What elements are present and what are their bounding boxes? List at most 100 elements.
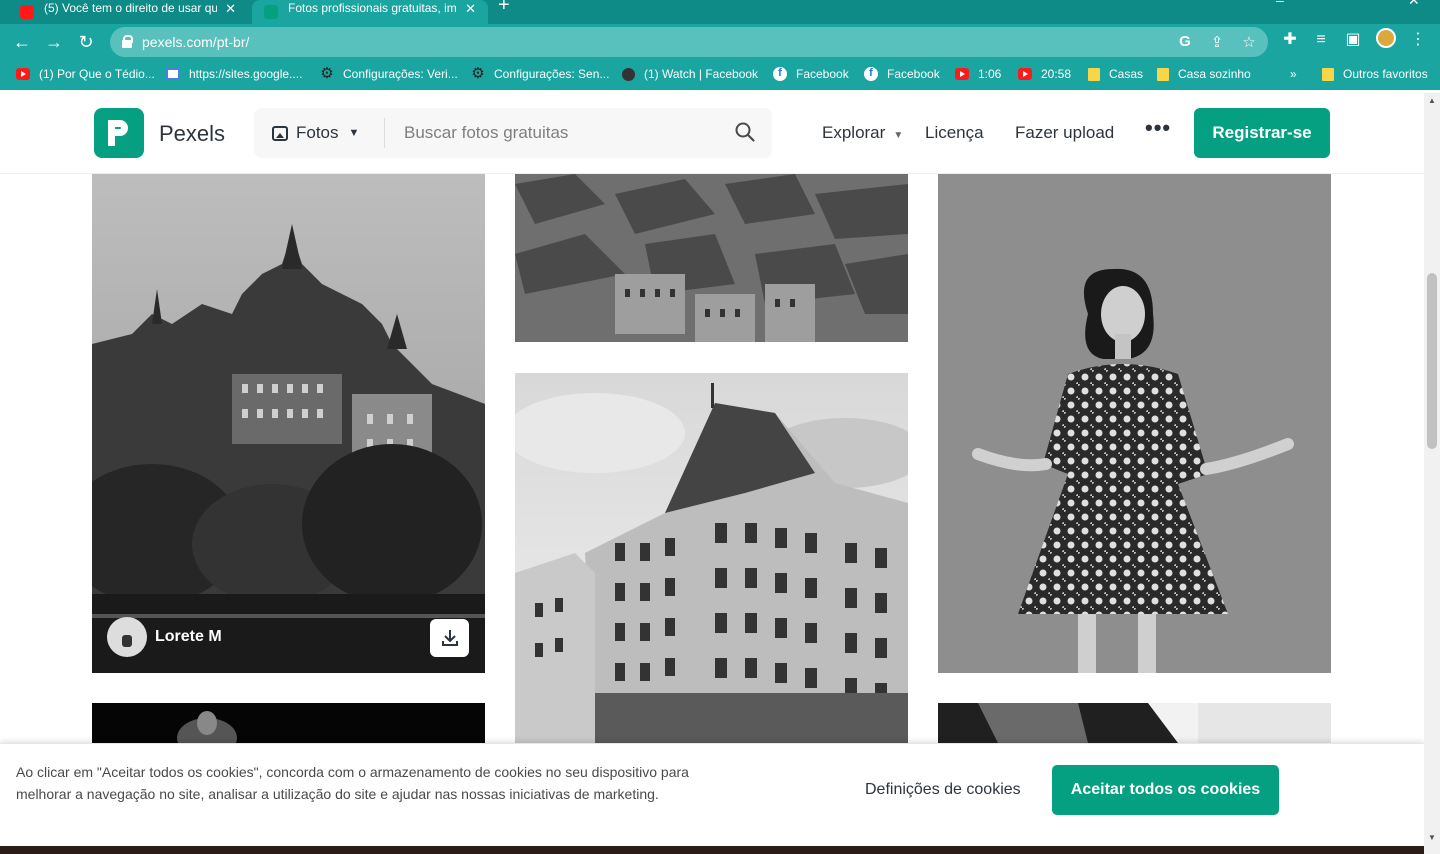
more-menu-button[interactable]: •••: [1145, 115, 1171, 141]
bookmark-folder[interactable]: Casas: [1088, 67, 1143, 81]
google-sites-icon: [166, 68, 180, 80]
bookmark-label: https://sites.google....: [189, 67, 303, 81]
bookmark-item[interactable]: (1) Watch | Facebook: [622, 67, 758, 81]
os-taskbar: [0, 846, 1424, 854]
bookmark-item[interactable]: 1:06: [955, 67, 1001, 81]
bookmark-label: Facebook: [887, 67, 940, 81]
photo-author[interactable]: Lorete M: [107, 617, 222, 657]
photo-rooftops: [515, 174, 908, 342]
bookmarks-bar: (1) Por Que o Tédio... https://sites.goo…: [0, 60, 1440, 90]
side-panel-icon[interactable]: ▣: [1343, 30, 1363, 50]
nav-explore[interactable]: Explorar ▼: [822, 123, 903, 143]
pexels-icon: [264, 5, 278, 19]
bookmark-item[interactable]: ⚙ Configurações: Veri...: [320, 65, 458, 82]
photo-building: [515, 373, 908, 743]
facebook-icon: f: [864, 67, 878, 81]
photo-card[interactable]: [938, 703, 1331, 743]
bookmark-item[interactable]: ⚙ Configurações: Sen...: [471, 66, 610, 81]
tab-title: (5) Você tem o direito de usar qu: [44, 1, 218, 15]
page-viewport: Pexels Fotos ▼ Explorar ▼ Licença Fazer u…: [0, 93, 1424, 854]
folder-icon: [1322, 67, 1334, 81]
scrollbar-thumb[interactable]: [1427, 273, 1437, 449]
youtube-icon: [955, 68, 969, 80]
nav-license[interactable]: Licença: [925, 123, 984, 143]
bookmark-item[interactable]: (1) Por Que o Tédio...: [16, 67, 155, 81]
bookmark-label: (1) Watch | Facebook: [644, 67, 759, 81]
photo-card[interactable]: Lorete M: [92, 174, 485, 673]
bookmarks-overflow-button[interactable]: »: [1290, 67, 1297, 81]
photo-card[interactable]: [938, 174, 1331, 673]
download-icon: [441, 630, 458, 646]
bookmark-label: Facebook: [796, 67, 849, 81]
bookmark-label: 1:06: [978, 67, 1002, 81]
photo-window-frame: [938, 703, 1331, 743]
address-bar[interactable]: pexels.com/pt-br/ G ⇪ ☆: [110, 27, 1268, 57]
search-icon[interactable]: [734, 121, 756, 143]
forward-icon[interactable]: →: [40, 28, 68, 56]
search-type-dropdown[interactable]: Fotos ▼: [272, 108, 359, 158]
bookmark-item[interactable]: 20:58: [1018, 67, 1071, 81]
bookmark-label: (1) Por Que o Tédio...: [39, 67, 155, 81]
brand-name[interactable]: Pexels: [159, 121, 225, 147]
cookie-settings-button[interactable]: Definições de cookies: [865, 781, 1021, 799]
other-bookmarks-folder[interactable]: Outros favoritos: [1322, 67, 1428, 81]
photo-card[interactable]: [92, 703, 485, 743]
photo-woman-dress: [938, 174, 1331, 673]
photo-card[interactable]: [515, 174, 908, 342]
download-button[interactable]: [430, 619, 469, 657]
url-text: pexels.com/pt-br/: [142, 34, 250, 50]
photo-castle-city: [92, 174, 485, 673]
pexels-logo[interactable]: [94, 108, 144, 158]
reload-icon[interactable]: ↻: [72, 28, 100, 56]
bookmark-label: Configurações: Veri...: [343, 67, 458, 81]
site-header: Pexels Fotos ▼ Explorar ▼ Licença Fazer u…: [0, 93, 1424, 174]
profile-avatar[interactable]: [1376, 28, 1396, 48]
browser-toolbar: ← → ↻ pexels.com/pt-br/ G ⇪ ☆ ✚ ≡ ▣ ⋮: [0, 24, 1440, 60]
bookmark-folder[interactable]: Casa sozinho: [1157, 67, 1251, 81]
browser-tab-pexels[interactable]: Fotos profissionais gratuitas, ima ✕: [252, 0, 488, 24]
scroll-up-arrow-icon[interactable]: ▲: [1428, 96, 1436, 105]
browser-tab-youtube[interactable]: (5) Você tem o direito de usar qu ✕: [8, 0, 248, 24]
google-icon[interactable]: G: [1176, 33, 1194, 51]
cookie-text: Ao clicar em "Aceitar todos os cookies",…: [16, 764, 689, 802]
bookmark-label: Configurações: Sen...: [494, 67, 610, 81]
bookmark-item[interactable]: f Facebook: [773, 67, 849, 81]
author-name: Lorete M: [155, 628, 222, 645]
gear-icon: ⚙: [320, 65, 334, 82]
page-scrollbar[interactable]: ▲ ▼: [1424, 93, 1440, 854]
photo-card[interactable]: [515, 373, 908, 743]
search-bar: Fotos ▼: [254, 108, 772, 158]
new-tab-button[interactable]: +: [498, 0, 510, 17]
back-icon[interactable]: ←: [8, 28, 36, 56]
bookmark-label: Outros favoritos: [1343, 67, 1428, 81]
minimize-icon[interactable]: –: [1276, 0, 1284, 8]
register-button[interactable]: Registrar-se: [1194, 108, 1330, 158]
bookmark-item[interactable]: f Facebook: [864, 67, 940, 81]
youtube-icon: [20, 5, 34, 19]
close-tab-icon[interactable]: ✕: [465, 1, 476, 17]
youtube-icon: [16, 68, 30, 80]
bookmark-star-icon[interactable]: ☆: [1240, 33, 1258, 51]
lock-icon: [122, 35, 133, 48]
close-tab-icon[interactable]: ✕: [225, 1, 236, 17]
extensions-icon[interactable]: ✚: [1280, 30, 1300, 50]
facebook-icon: f: [773, 67, 787, 81]
accept-cookies-button[interactable]: Aceitar todos os cookies: [1052, 765, 1279, 815]
tab-strip: (5) Você tem o direito de usar qu ✕ Foto…: [0, 0, 1440, 24]
bookmark-item[interactable]: https://sites.google....: [166, 67, 302, 81]
avatar: [107, 617, 147, 657]
tab-title: Fotos profissionais gratuitas, ima: [288, 1, 458, 15]
search-input[interactable]: [404, 118, 724, 148]
chevron-down-icon: ▼: [348, 127, 360, 139]
media-control-icon[interactable]: ≡: [1311, 30, 1331, 50]
bookmark-label: Casa sozinho: [1178, 67, 1251, 81]
globe-icon: [622, 67, 635, 81]
nav-upload[interactable]: Fazer upload: [1015, 123, 1114, 143]
image-icon: [272, 125, 288, 141]
close-window-icon[interactable]: ✕: [1408, 0, 1420, 9]
share-icon[interactable]: ⇪: [1208, 33, 1226, 51]
nav-explore-label: Explorar: [822, 123, 886, 142]
scroll-down-arrow-icon[interactable]: ▼: [1428, 833, 1436, 842]
menu-kebab-icon[interactable]: ⋮: [1408, 30, 1428, 50]
bookmark-label: 20:58: [1041, 67, 1072, 81]
